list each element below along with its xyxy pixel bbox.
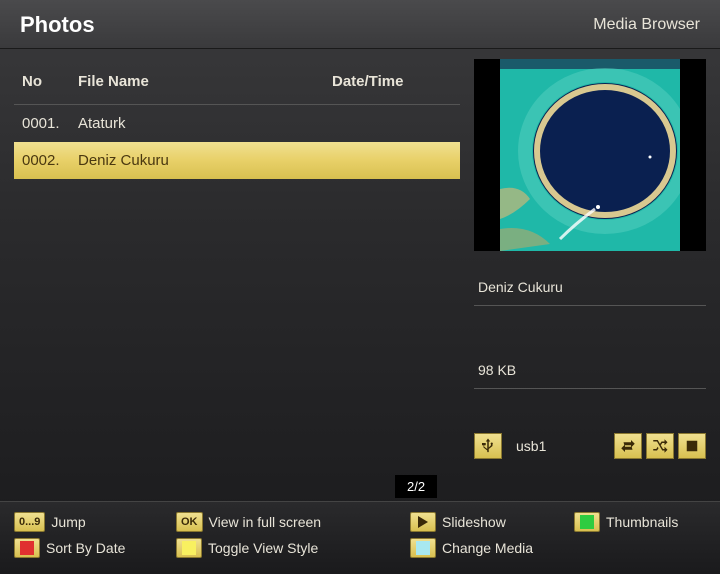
list-item[interactable]: 0001. Ataturk	[14, 105, 460, 142]
red-button-icon	[14, 538, 40, 558]
hint-label: Jump	[51, 514, 85, 530]
shuffle-icon	[651, 437, 669, 455]
file-list: No File Name Date/Time 0001. Ataturk 000…	[14, 59, 460, 459]
repeat-button[interactable]	[614, 433, 642, 459]
hint-thumbnails: Thumbnails	[574, 512, 706, 532]
item-date	[332, 152, 452, 169]
footer-row-1: 0...9 Jump OK View in full screen Slides…	[14, 512, 706, 532]
preview-title: Deniz Cukuru	[474, 251, 706, 306]
yellow-button-icon	[176, 538, 202, 558]
preview-panel: Deniz Cukuru 98 KB usb1	[474, 59, 706, 459]
play-icon	[410, 512, 436, 532]
usb-icon-button[interactable]	[474, 433, 502, 459]
hint-sort: Sort By Date	[14, 538, 172, 558]
stop-icon	[683, 437, 701, 455]
stop-button[interactable]	[678, 433, 706, 459]
header: Photos Media Browser	[0, 0, 720, 49]
source-label: usb1	[516, 438, 546, 454]
usb-icon	[479, 437, 497, 455]
shuffle-button[interactable]	[646, 433, 674, 459]
green-button-icon	[574, 512, 600, 532]
key-badge-numeric: 0...9	[14, 512, 45, 532]
footer: 0...9 Jump OK View in full screen Slides…	[0, 501, 720, 574]
item-name: Deniz Cukuru	[78, 152, 332, 169]
hint-label: Change Media	[442, 540, 533, 556]
hint-toggle: Toggle View Style	[176, 538, 406, 558]
hint-slideshow: Slideshow	[410, 512, 570, 532]
preview-image	[474, 59, 706, 251]
repeat-icon	[619, 437, 637, 455]
key-badge-ok: OK	[176, 512, 203, 532]
col-header-date: Date/Time	[332, 73, 452, 90]
col-header-no: No	[22, 73, 78, 90]
footer-row-2: Sort By Date Toggle View Style Change Me…	[14, 538, 706, 558]
media-controls: usb1	[474, 433, 706, 459]
app-name: Media Browser	[593, 16, 700, 34]
hint-fullscreen: OK View in full screen	[176, 512, 406, 532]
list-header: No File Name Date/Time	[14, 59, 460, 105]
hint-jump: 0...9 Jump	[14, 512, 172, 532]
hint-media: Change Media	[410, 538, 570, 558]
hint-label: Toggle View Style	[208, 540, 318, 556]
photo-preview	[500, 59, 680, 251]
list-item[interactable]: 0002. Deniz Cukuru	[14, 142, 460, 179]
page-indicator: 2/2	[395, 475, 437, 498]
col-header-name: File Name	[78, 73, 332, 90]
page-title: Photos	[20, 12, 95, 38]
item-no: 0001.	[22, 115, 78, 132]
item-name: Ataturk	[78, 115, 332, 132]
preview-size: 98 KB	[474, 306, 706, 389]
hint-label: Sort By Date	[46, 540, 125, 556]
item-date	[332, 115, 452, 132]
item-no: 0002.	[22, 152, 78, 169]
content-area: No File Name Date/Time 0001. Ataturk 000…	[0, 49, 720, 459]
blue-button-icon	[410, 538, 436, 558]
hint-label: Slideshow	[442, 514, 506, 530]
hint-label: View in full screen	[209, 514, 322, 530]
hint-label: Thumbnails	[606, 514, 678, 530]
